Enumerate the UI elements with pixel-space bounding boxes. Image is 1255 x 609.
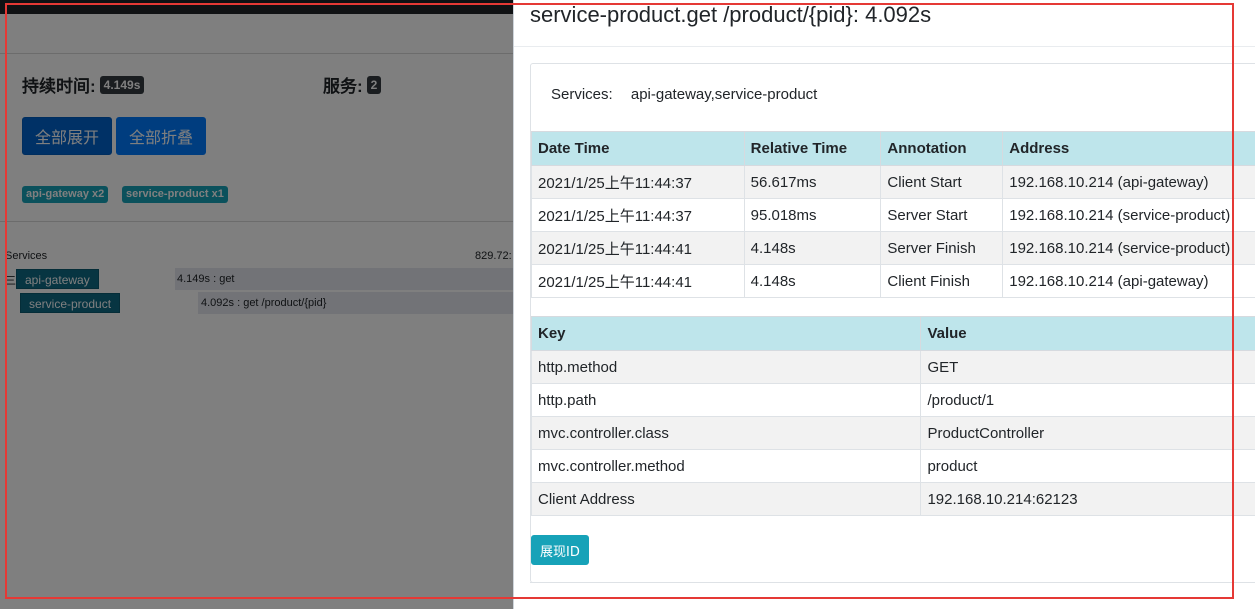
services-value: api-gateway,service-product: [630, 86, 818, 103]
column-header: Value: [920, 316, 1255, 351]
table-cell: 95.018ms: [743, 198, 882, 232]
table-row: 2021/1/25上午11:44:37 95.018ms Server Star…: [531, 198, 1255, 232]
table-cell: Client Start: [880, 165, 1004, 199]
table-cell: Client Finish: [880, 264, 1004, 298]
show-id-button[interactable]: 展现ID: [531, 535, 589, 565]
table-cell: 192.168.10.214 (api-gateway): [1002, 165, 1255, 199]
span-title: service-product.get /product/{pid}: 4.09…: [530, 2, 932, 27]
tags-table: Key Value http.method GET http.path /pro…: [530, 316, 1255, 516]
table-cell: Server Finish: [880, 231, 1004, 265]
table-row: Client Address 192.168.10.214:62123: [530, 482, 1255, 516]
table-cell: 192.168.10.214 (service-product): [1002, 231, 1255, 265]
table-row: 2021/1/25上午11:44:37 56.617ms Client Star…: [531, 165, 1255, 199]
table-row: http.method GET: [530, 350, 1255, 384]
table-cell: 2021/1/25上午11:44:41: [531, 264, 745, 298]
tag-value: product: [920, 449, 1255, 483]
table-cell: 192.168.10.214 (service-product): [1002, 198, 1255, 232]
services-line: Services: api-gateway,service-product: [551, 86, 817, 103]
column-header: Annotation: [880, 131, 1004, 166]
table-cell: 2021/1/25上午11:44:37: [531, 165, 745, 199]
column-header: Key: [530, 316, 922, 351]
table-cell: 56.617ms: [743, 165, 882, 199]
span-detail-card: Services: api-gateway,service-product Da…: [530, 63, 1255, 583]
table-cell: 2021/1/25上午11:44:41: [531, 231, 745, 265]
table-row: 2021/1/25上午11:44:41 4.148s Client Finish…: [531, 264, 1255, 298]
tag-value: GET: [920, 350, 1255, 384]
table-cell: Server Start: [880, 198, 1004, 232]
column-header: Relative Time: [743, 131, 882, 166]
tag-key: mvc.controller.class: [530, 416, 922, 450]
column-header: Date Time: [531, 131, 745, 166]
table-cell: 2021/1/25上午11:44:37: [531, 198, 745, 232]
tag-value: /product/1: [920, 383, 1255, 417]
table-row: mvc.controller.class ProductController: [530, 416, 1255, 450]
divider: [530, 582, 1255, 583]
tag-key: http.method: [530, 350, 922, 384]
span-detail-drawer: service-product.get /product/{pid}: 4.09…: [513, 0, 1255, 609]
tag-value: ProductController: [920, 416, 1255, 450]
annotations-table: Date Time Relative Time Annotation Addre…: [531, 131, 1255, 298]
services-label: Services:: [551, 86, 613, 103]
table-cell: 4.148s: [743, 231, 882, 265]
table-header-row: Key Value: [530, 316, 1255, 351]
column-header: Address: [1002, 131, 1255, 166]
tag-key: mvc.controller.method: [530, 449, 922, 483]
table-header-row: Date Time Relative Time Annotation Addre…: [531, 131, 1255, 166]
tag-key: http.path: [530, 383, 922, 417]
table-row: mvc.controller.method product: [530, 449, 1255, 483]
table-cell: 4.148s: [743, 264, 882, 298]
tag-key: Client Address: [530, 482, 922, 516]
table-cell: 192.168.10.214 (api-gateway): [1002, 264, 1255, 298]
divider: [514, 46, 1255, 47]
table-row: 2021/1/25上午11:44:41 4.148s Server Finish…: [531, 231, 1255, 265]
tag-value: 192.168.10.214:62123: [920, 482, 1255, 516]
table-row: http.path /product/1: [530, 383, 1255, 417]
